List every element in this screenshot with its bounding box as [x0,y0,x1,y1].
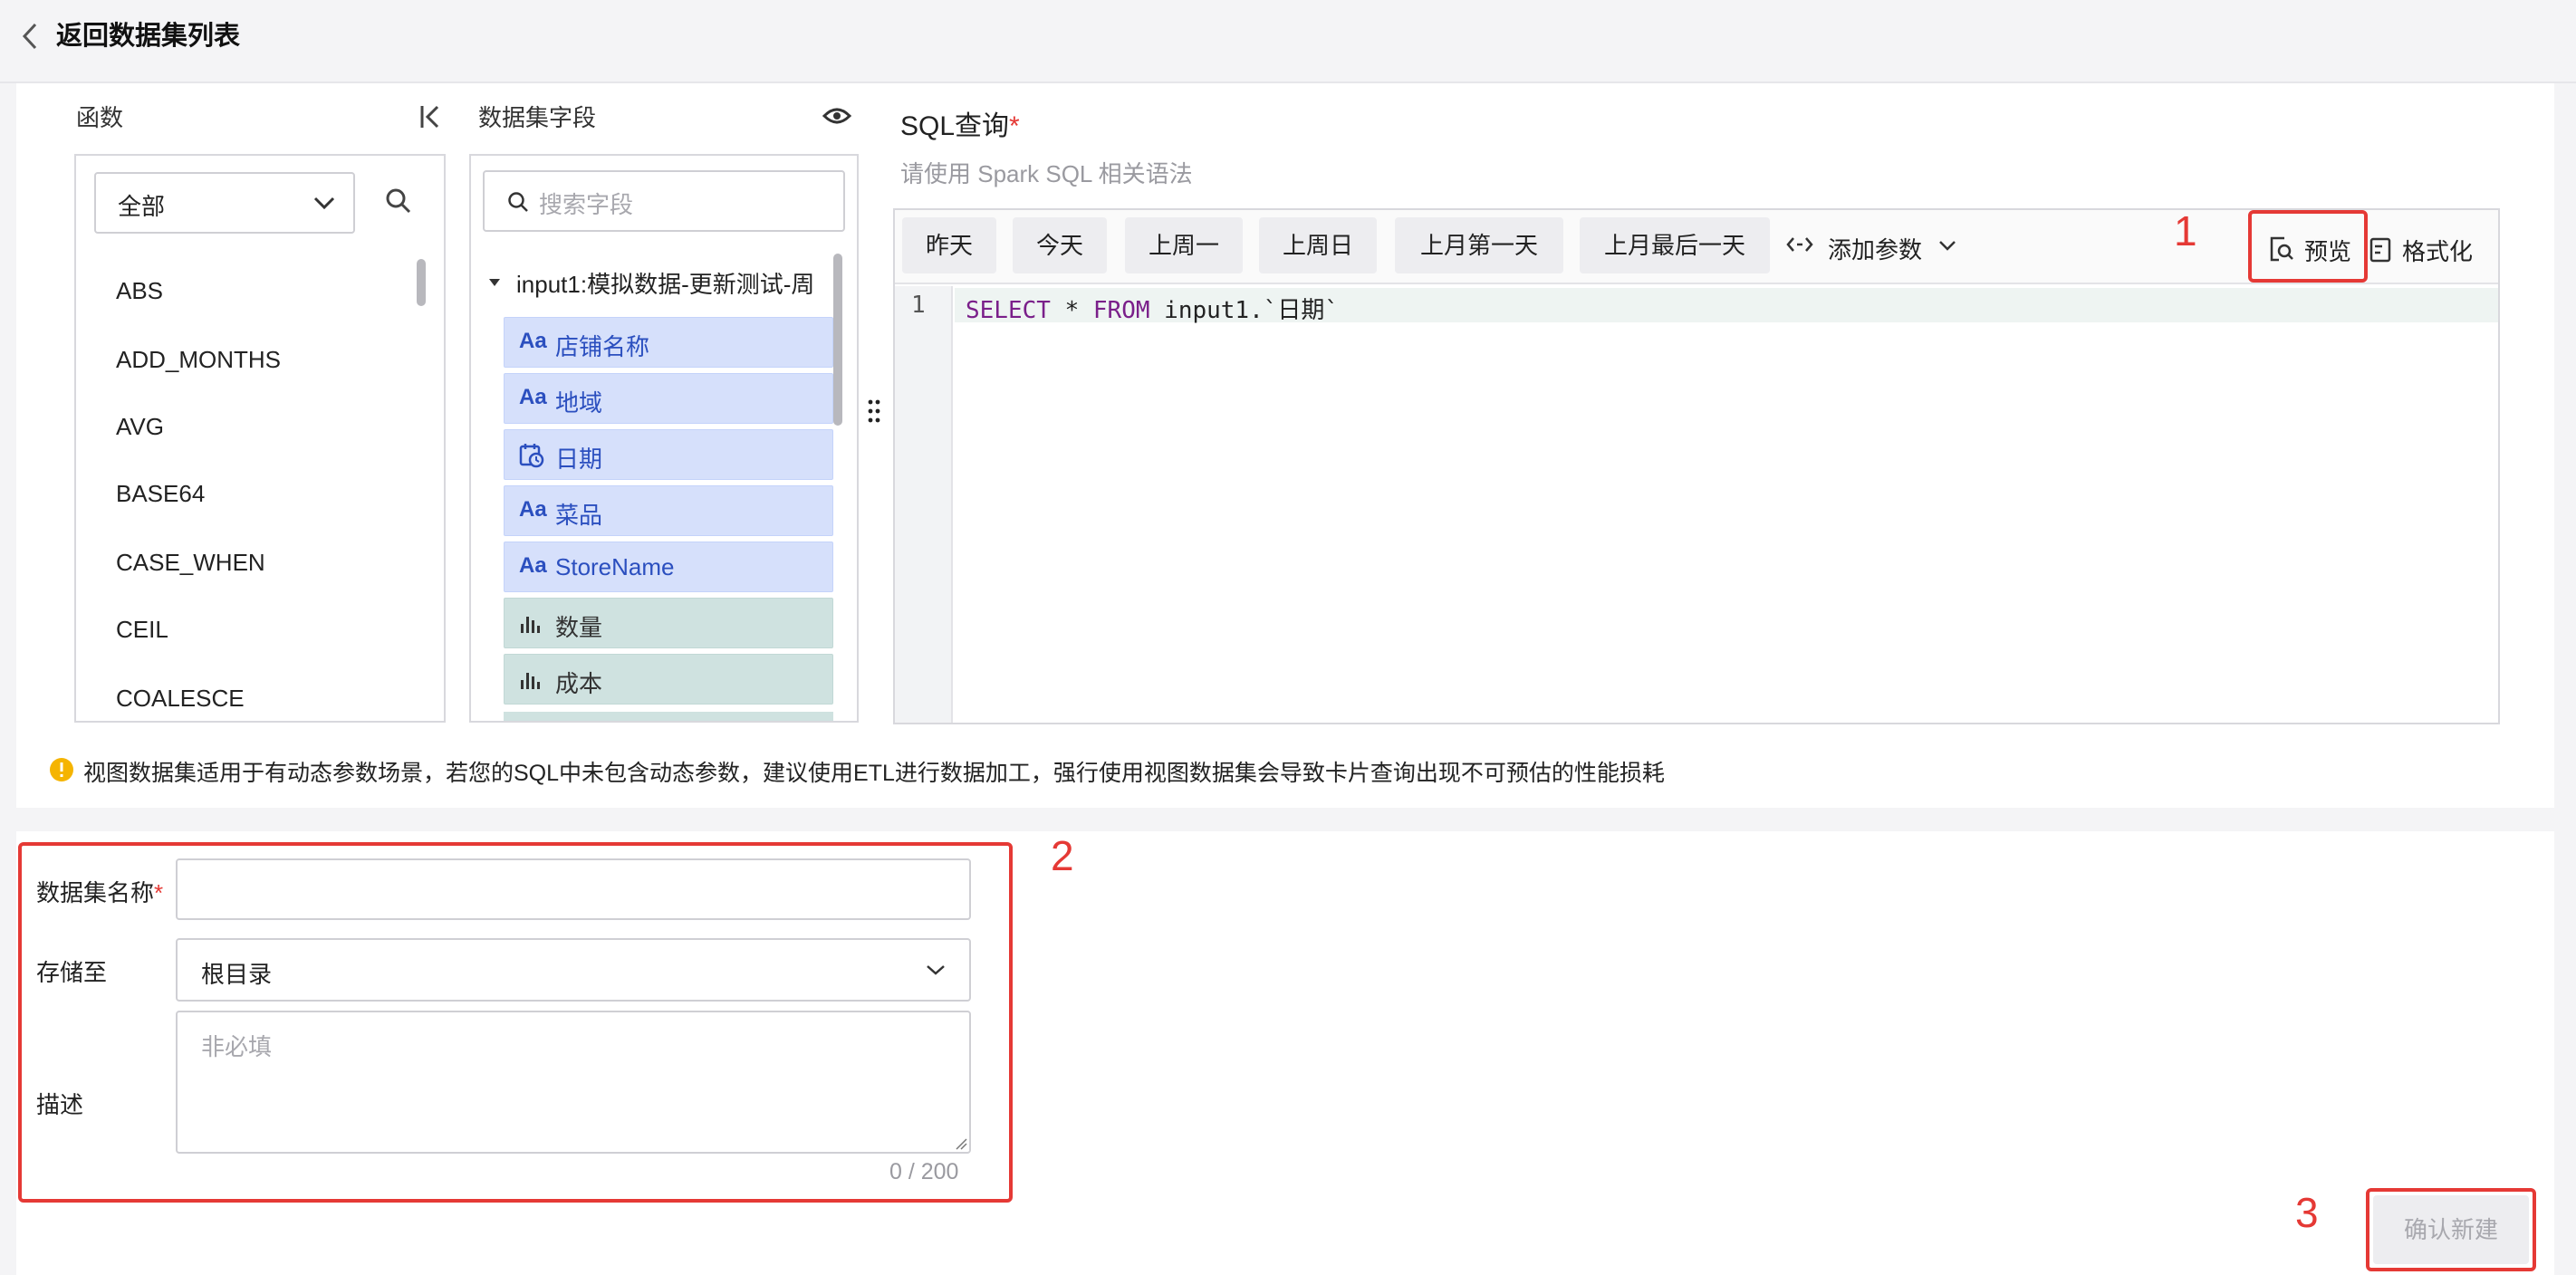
text-type-icon: Aa [519,553,547,578]
function-item[interactable]: BASE64 [116,480,205,508]
function-item[interactable]: CASE_WHEN [116,549,265,577]
function-item[interactable]: ABS [116,277,163,305]
code-param-icon [1786,237,1813,252]
field-search-placeholder: 搜索字段 [539,191,634,218]
functions-scrollbar[interactable] [417,259,426,306]
function-item[interactable]: AVG [116,413,164,441]
chevron-left-icon[interactable] [20,22,40,51]
sql-token: * [1050,297,1093,324]
caret-down-icon[interactable] [487,277,502,288]
sql-token: input1.`日期` [1149,297,1340,324]
format-button[interactable]: 格式化 [2369,232,2478,268]
function-category-select[interactable]: 全部 [94,172,355,234]
quick-param-last-month-first[interactable]: 上月第一天 [1395,217,1563,273]
function-item[interactable]: COALESCE [116,685,245,713]
quick-param-today[interactable]: 今天 [1013,217,1107,273]
field-name: 店铺名称 [555,333,650,360]
quick-param-last-sunday[interactable]: 上周日 [1259,217,1377,273]
sql-title-text: SQL查询 [900,111,1010,141]
field-name: 地域 [555,389,603,417]
text-type-icon: Aa [519,497,547,522]
line-number: 1 [911,292,926,319]
fields-tree: input1:模拟数据-更新测试-周 [471,244,857,721]
text-type-icon: Aa [519,385,547,409]
eye-icon[interactable] [822,105,851,127]
warning-icon [50,758,73,781]
field-item[interactable]: 成本 [504,654,833,705]
top-bar [0,0,2576,83]
field-search-input[interactable]: 搜索字段 [483,170,845,232]
search-icon [508,192,528,212]
annotation-box-preview [2248,210,2368,283]
field-item[interactable]: Aa StoreName [504,542,833,592]
functions-title: 函数 [76,104,124,131]
add-param-label: 添加参数 [1828,236,1923,264]
bar-chart-icon [521,673,540,689]
date-type-icon [519,444,544,468]
search-icon[interactable] [384,187,413,216]
field-item[interactable]: Aa 地域 [504,373,833,424]
drag-handle-icon[interactable] [866,398,882,424]
functions-list: ABS ADD_MONTHS AVG BASE64 CASE_WHEN CEIL… [76,246,444,721]
annotation-box-form [18,842,1013,1203]
field-item[interactable]: 日期 [504,429,833,480]
field-item[interactable]: Aa 店铺名称 [504,317,833,368]
format-icon [2369,237,2391,263]
field-item[interactable]: Aa 菜品 [504,485,833,536]
field-name: StoreName [555,553,675,580]
bar-chart-icon [521,617,540,633]
sql-hint: 请使用 Spark SQL 相关语法 [900,160,1193,187]
quick-param-last-monday[interactable]: 上周一 [1125,217,1243,273]
function-category-value: 全部 [118,193,166,220]
field-name: 菜品 [555,502,603,529]
field-item[interactable]: 数量 [504,598,833,648]
function-item[interactable]: CEIL [116,616,168,644]
annotation-marker-1: 1 [2174,207,2197,254]
line-gutter [895,286,953,723]
format-label: 格式化 [2402,238,2474,265]
chevron-down-icon [313,197,335,210]
field-item-partial [504,712,833,721]
required-mark: * [1009,111,1020,141]
annotation-box-submit [2366,1188,2536,1271]
sql-editor [893,208,2500,724]
annotation-marker-3: 3 [2295,1189,2319,1236]
back-to-list-link[interactable]: 返回数据集列表 [56,16,240,56]
function-item[interactable]: ADD_MONTHS [116,346,281,374]
field-name: 数量 [555,614,603,641]
field-name: 日期 [555,446,603,473]
sql-title: SQL查询* [900,103,1020,143]
quick-param-yesterday[interactable]: 昨天 [902,217,996,273]
fields-scrollbar[interactable] [833,254,842,426]
fields-title: 数据集字段 [478,104,597,131]
field-name: 成本 [555,670,603,697]
sql-keyword: SELECT [966,297,1051,324]
annotation-marker-2: 2 [1051,832,1074,879]
field-group-label[interactable]: input1:模拟数据-更新测试-周 [516,266,814,300]
collapse-icon[interactable] [418,103,442,130]
warning-text: 视图数据集适用于有动态参数场景，若您的SQL中未包含动态参数，建议使用ETL进行… [83,761,1665,786]
sql-code-line[interactable]: SELECT * FROM input1.`日期` [966,292,1339,325]
sql-keyword: FROM [1092,297,1150,324]
chevron-down-icon [1939,241,1956,251]
quick-param-last-month-last[interactable]: 上月最后一天 [1580,217,1770,273]
text-type-icon: Aa [519,329,547,353]
